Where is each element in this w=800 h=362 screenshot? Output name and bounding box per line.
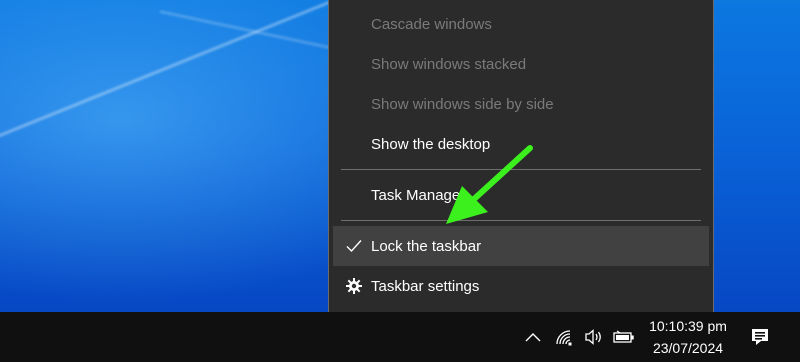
speaker-icon[interactable]: [583, 312, 605, 362]
menu-item-label: Show windows stacked: [371, 55, 527, 73]
menu-item-taskbar-settings[interactable]: Taskbar settings: [333, 266, 709, 306]
chevron-up-icon[interactable]: [522, 312, 544, 362]
menu-item-label: Show the desktop: [371, 135, 491, 153]
taskbar-context-menu: Cascade windows Show windows stacked Sho…: [328, 0, 714, 315]
clock-time: 10:10:39 pm: [649, 318, 727, 334]
menu-item-show-windows-stacked[interactable]: Show windows stacked: [333, 44, 709, 84]
taskbar-clock[interactable]: 10:10:39 pm 23/07/2024: [640, 314, 736, 360]
menu-separator: [341, 220, 701, 221]
gear-icon: [343, 266, 365, 306]
battery-icon[interactable]: [612, 312, 636, 362]
menu-item-show-windows-side-by-side[interactable]: Show windows side by side: [333, 84, 709, 124]
menu-item-label: Show windows side by side: [371, 95, 554, 113]
menu-item-label: Lock the taskbar: [371, 237, 482, 255]
wallpaper-light-beam: [0, 0, 350, 153]
menu-item-task-manager[interactable]: Task Manager: [333, 175, 709, 215]
menu-item-show-the-desktop[interactable]: Show the desktop: [333, 124, 709, 164]
menu-item-label: Task Manager: [371, 186, 466, 204]
wifi-icon[interactable]: [553, 312, 575, 362]
menu-item-label: Cascade windows: [371, 15, 492, 33]
menu-item-label: Taskbar settings: [371, 277, 480, 295]
clock-date: 23/07/2024: [652, 340, 724, 356]
menu-separator: [341, 169, 701, 170]
notification-icon[interactable]: [740, 312, 780, 362]
menu-item-cascade-windows[interactable]: Cascade windows: [333, 4, 709, 44]
checkmark-icon: [343, 226, 365, 266]
menu-item-lock-the-taskbar[interactable]: Lock the taskbar: [333, 226, 709, 266]
